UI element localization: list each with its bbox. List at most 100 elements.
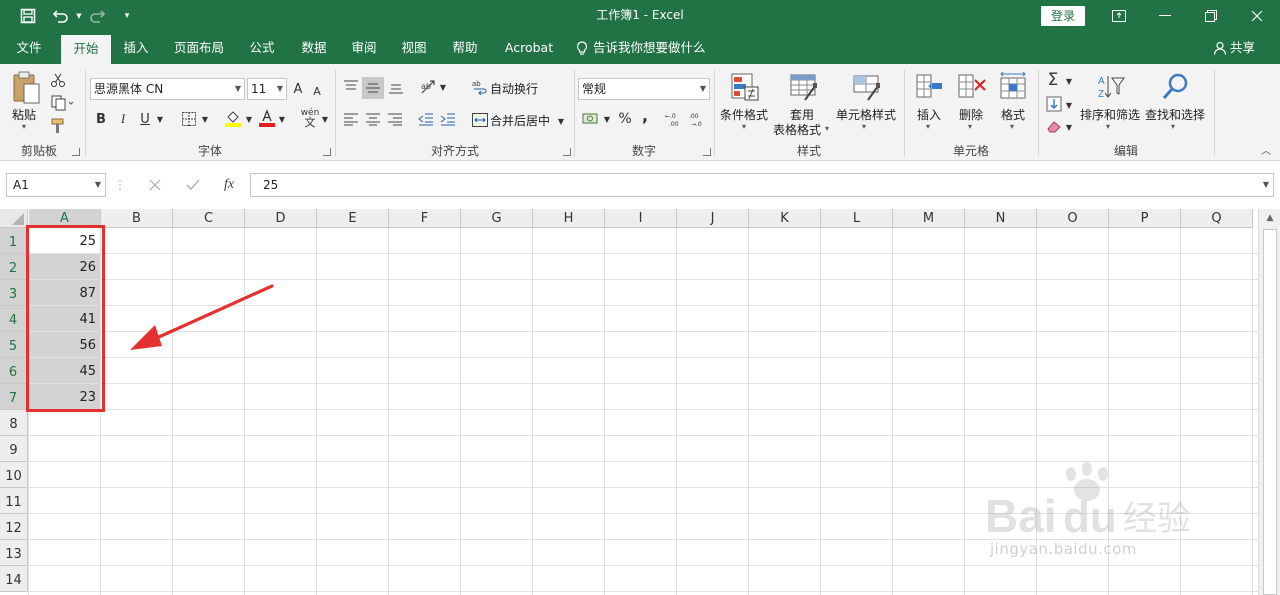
font-color-dropdown-icon[interactable]: ▼ [277, 108, 287, 130]
tab-file[interactable]: 文件 [6, 32, 52, 64]
customize-qat-icon[interactable]: ▾ [118, 0, 136, 32]
insert-dropdown-icon[interactable]: ▾ [926, 122, 930, 131]
autosum-dropdown-icon[interactable]: ▼ [1064, 72, 1074, 90]
tab-home[interactable]: 开始 [61, 35, 111, 64]
cancel-icon[interactable] [140, 173, 170, 197]
conditional-dropdown-icon[interactable]: ▾ [742, 122, 746, 131]
row-header-8[interactable]: 8 [0, 410, 28, 436]
vertical-scrollbar[interactable]: ▲ [1258, 209, 1280, 595]
grow-font-button[interactable]: A [290, 78, 306, 100]
font-name-select[interactable]: 思源黑体 CN ▼ [90, 78, 245, 100]
paste-dropdown-icon[interactable]: ▾ [22, 122, 26, 131]
format-cells-icon[interactable] [996, 70, 1030, 104]
orientation-icon[interactable]: ab [418, 76, 440, 98]
sort-filter-dropdown-icon[interactable]: ▾ [1106, 122, 1110, 131]
column-header-k[interactable]: K [749, 209, 821, 228]
comma-button[interactable]: , [637, 104, 653, 126]
undo-dropdown-icon[interactable]: ▼ [74, 0, 84, 32]
clear-dropdown-icon[interactable]: ▼ [1064, 118, 1074, 136]
cut-icon[interactable] [48, 70, 68, 90]
login-button[interactable]: 登录 [1041, 6, 1085, 26]
wrap-text-label[interactable]: 自动换行 [490, 80, 538, 97]
column-header-h[interactable]: H [533, 209, 605, 228]
tab-review[interactable]: 审阅 [342, 32, 386, 64]
ribbon-display-icon[interactable] [1096, 0, 1142, 32]
minimize-icon[interactable] [1142, 0, 1188, 32]
scroll-up-icon[interactable]: ▲ [1259, 209, 1280, 227]
undo-icon[interactable] [48, 0, 74, 32]
column-header-n[interactable]: N [965, 209, 1037, 228]
font-color-icon[interactable] [256, 106, 278, 130]
clipboard-launcher-icon[interactable] [72, 148, 80, 156]
fill-icon[interactable] [1044, 94, 1064, 114]
column-header-d[interactable]: D [245, 209, 317, 228]
column-header-o[interactable]: O [1037, 209, 1109, 228]
row-header-13[interactable]: 13 [0, 540, 28, 566]
share-button[interactable]: 共享 [1206, 32, 1262, 64]
column-header-g[interactable]: G [461, 209, 533, 228]
italic-button[interactable]: I [114, 108, 132, 130]
tab-view[interactable]: 视图 [392, 32, 436, 64]
column-header-b[interactable]: B [101, 209, 173, 228]
format-painter-icon[interactable] [48, 116, 68, 136]
orientation-dropdown-icon[interactable]: ▼ [438, 76, 448, 98]
underline-dropdown-icon[interactable]: ▼ [155, 108, 165, 130]
format-as-table-label-2[interactable]: 表格格式 [773, 121, 821, 138]
bold-button[interactable]: B [92, 108, 110, 130]
row-header-10[interactable]: 10 [0, 462, 28, 488]
column-header-q[interactable]: Q [1181, 209, 1253, 228]
column-header-f[interactable]: F [389, 209, 461, 228]
increase-decimal-icon[interactable]: ←.0.00 [664, 108, 686, 130]
row-header-11[interactable]: 11 [0, 488, 28, 514]
enter-icon[interactable] [178, 173, 208, 197]
column-header-p[interactable]: P [1109, 209, 1181, 228]
column-header-e[interactable]: E [317, 209, 389, 228]
tab-formulas[interactable]: 公式 [240, 32, 284, 64]
borders-icon[interactable] [178, 108, 200, 130]
find-select-icon[interactable] [1158, 70, 1192, 104]
underline-button[interactable]: U [136, 108, 154, 130]
cell-styles-label[interactable]: 单元格样式 [836, 106, 896, 123]
insert-cells-label[interactable]: 插入 [917, 106, 941, 123]
conditional-formatting-label[interactable]: 条件格式 [720, 106, 768, 123]
copy-icon[interactable] [48, 93, 78, 113]
row-header-2[interactable]: 2 [0, 254, 28, 280]
format-cells-label[interactable]: 格式 [1001, 106, 1025, 123]
align-right-icon[interactable] [385, 109, 405, 129]
row-header-5[interactable]: 5 [0, 332, 28, 358]
merge-dropdown-icon[interactable]: ▼ [556, 110, 566, 132]
align-bottom-icon[interactable] [386, 77, 406, 97]
name-box[interactable]: A1 ▼ [6, 173, 106, 197]
decrease-indent-icon[interactable] [416, 109, 436, 129]
accounting-dropdown-icon[interactable]: ▼ [602, 108, 612, 130]
format-dropdown-icon[interactable]: ▾ [1010, 122, 1014, 131]
font-size-select[interactable]: 11 ▼ [247, 78, 287, 100]
cell-styles-dropdown-icon[interactable]: ▾ [862, 122, 866, 131]
insert-cells-icon[interactable] [914, 70, 944, 104]
align-middle-icon[interactable] [362, 77, 384, 99]
fill-dropdown-icon[interactable]: ▼ [1064, 96, 1074, 114]
tab-insert[interactable]: 插入 [114, 32, 158, 64]
column-header-j[interactable]: J [677, 209, 749, 228]
clear-icon[interactable] [1044, 116, 1064, 136]
number-format-select[interactable]: 常规 ▼ [578, 78, 710, 100]
align-left-icon[interactable] [341, 109, 361, 129]
tab-acrobat[interactable]: Acrobat [498, 32, 560, 64]
paste-label[interactable]: 粘贴 [12, 106, 36, 123]
shrink-font-button[interactable]: A [309, 80, 325, 102]
tab-page-layout[interactable]: 页面布局 [166, 32, 232, 64]
merge-center-icon[interactable] [470, 109, 490, 131]
sort-filter-label[interactable]: 排序和筛选 [1080, 106, 1140, 123]
phonetic-dropdown-icon[interactable]: ▼ [320, 108, 330, 130]
column-header-i[interactable]: I [605, 209, 677, 228]
delete-dropdown-icon[interactable]: ▾ [968, 122, 972, 131]
row-header-3[interactable]: 3 [0, 280, 28, 306]
wrap-text-icon[interactable]: ab [470, 76, 490, 98]
align-top-icon[interactable] [341, 77, 361, 97]
fill-color-dropdown-icon[interactable]: ▼ [244, 108, 254, 130]
tab-data[interactable]: 数据 [292, 32, 336, 64]
align-center-icon[interactable] [363, 109, 383, 129]
find-select-dropdown-icon[interactable]: ▾ [1171, 122, 1175, 131]
row-header-14[interactable]: 14 [0, 566, 28, 592]
row-header-7[interactable]: 7 [0, 384, 28, 410]
